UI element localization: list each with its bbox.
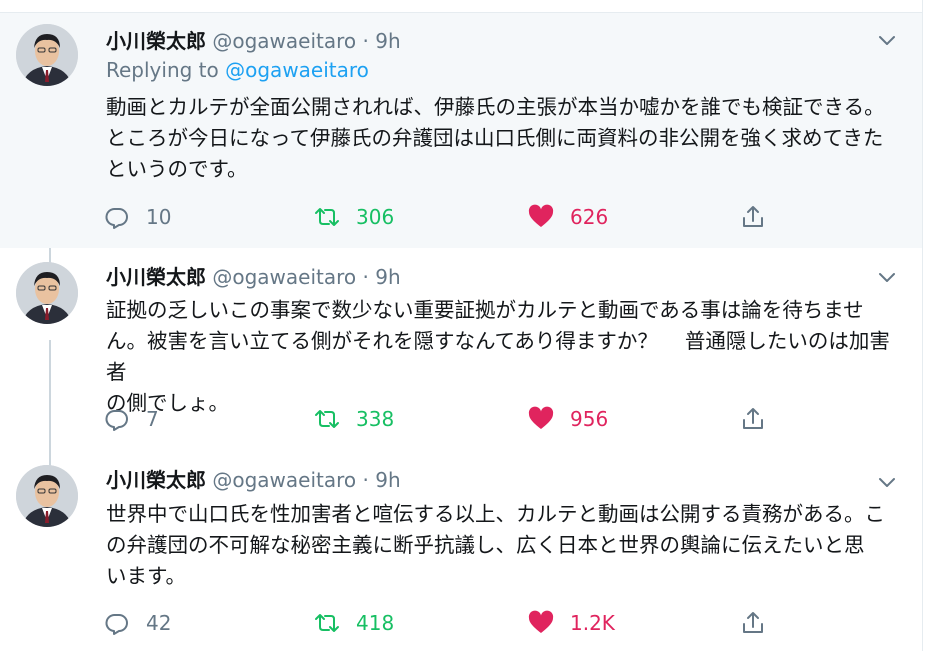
like-button[interactable]: 1.2K (528, 609, 615, 637)
retweet-button[interactable]: 338 (314, 405, 394, 433)
replying-to-handle-link[interactable]: @ogawaeitaro (225, 58, 369, 82)
tweet-timestamp[interactable]: 9h (375, 29, 400, 53)
share-button[interactable] (740, 203, 766, 231)
retweet-icon (315, 410, 339, 428)
user-handle[interactable]: @ogawaeitaro (212, 468, 356, 492)
avatar[interactable] (16, 24, 78, 86)
reply-button[interactable]: 7 (104, 405, 159, 433)
tweet-text-line: 証拠の乏しいこの事案で数少ない重要証拠がカルテと動画である事は論を待ちませ (106, 298, 864, 322)
tweet-text: 証拠の乏しいこの事案で数少ない重要証拠がカルテと動画である事は論を待ちませ ん。… (106, 295, 906, 419)
retweet-icon (315, 614, 339, 632)
separator-dot: · (362, 265, 369, 289)
tweet-header: 小川榮太郎 @ogawaeitaro · 9h (106, 28, 401, 54)
timeline-right-border (922, 0, 923, 651)
tweet-actions: 42 418 1.2K (104, 609, 784, 637)
like-button[interactable]: 626 (528, 203, 608, 231)
tweet-header: 小川榮太郎 @ogawaeitaro · 9h (106, 467, 401, 493)
heart-icon (528, 406, 554, 429)
share-icon (743, 612, 763, 633)
retweet-button[interactable]: 418 (314, 609, 394, 637)
like-count: 956 (570, 407, 609, 431)
tweet-header: 小川榮太郎 @ogawaeitaro · 9h (106, 264, 401, 290)
reply-count: 10 (146, 205, 172, 229)
tweet[interactable]: 小川榮太郎 @ogawaeitaro · 9h 証拠の乏しいこの事案で数少ない重… (0, 248, 922, 451)
chevron-down-icon[interactable] (876, 266, 898, 288)
display-name[interactable]: 小川榮太郎 (106, 29, 206, 53)
display-name[interactable]: 小川榮太郎 (106, 468, 206, 492)
tweet[interactable]: 小川榮太郎 @ogawaeitaro · 9h 世界中で山口氏を性加害者と喧伝す… (0, 451, 922, 651)
tweet-timestamp[interactable]: 9h (375, 468, 400, 492)
display-name[interactable]: 小川榮太郎 (106, 265, 206, 289)
user-handle[interactable]: @ogawaeitaro (212, 265, 356, 289)
avatar[interactable] (16, 262, 78, 324)
tweet-text-line: の弁護団の不可解な秘密主義に断乎抗議し、広く日本と世界の輿論に伝えたいと思 (106, 533, 865, 557)
chevron-down-icon[interactable] (876, 471, 898, 493)
retweet-icon (315, 208, 339, 226)
reply-count: 42 (146, 611, 172, 635)
reply-icon (105, 410, 128, 431)
tweet[interactable]: 小川榮太郎 @ogawaeitaro · 9h Replying to @oga… (0, 13, 922, 248)
tweet-actions: 7 338 956 (104, 405, 784, 433)
like-count: 626 (570, 205, 609, 229)
reply-button[interactable]: 42 (104, 609, 171, 637)
tweet-text-line: 動画とカルテが全面公開されれば、伊藤氏の主張が本当か嘘かを誰でも検証できる。 (106, 95, 885, 119)
retweet-count: 306 (356, 205, 395, 229)
like-button[interactable]: 956 (528, 405, 608, 433)
reply-icon (105, 614, 128, 635)
tweet-text-line: ん。被害を言い立てる側がそれを隠すなんてあり得ますか？ 普通隠したいのは加害者 (106, 329, 890, 384)
chevron-down-icon[interactable] (876, 29, 898, 51)
reply-button[interactable]: 10 (104, 203, 171, 231)
retweet-button[interactable]: 306 (314, 203, 394, 231)
tweet-text: 世界中で山口氏を性加害者と喧伝する以上、カルテと動画は公開する責務がある。こ の… (106, 499, 906, 592)
heart-icon (528, 204, 554, 227)
tweet-actions: 10 306 626 (104, 203, 784, 231)
retweet-count: 338 (356, 407, 395, 431)
share-icon (743, 408, 763, 429)
tweet-text-line: います。 (106, 564, 186, 588)
avatar[interactable] (16, 465, 78, 527)
reply-count: 7 (146, 407, 159, 431)
tweet-text-line: ところが今日になって伊藤氏の弁護団は山口氏側に両資料の非公開を強く求めてきた (106, 126, 884, 150)
tweet-text-line: というのです。 (106, 157, 248, 181)
replying-to: Replying to @ogawaeitaro (106, 58, 369, 82)
share-button[interactable] (740, 405, 766, 433)
heart-icon (528, 610, 554, 633)
retweet-count: 418 (356, 611, 395, 635)
like-count: 1.2K (570, 611, 615, 635)
tweet-timestamp[interactable]: 9h (375, 265, 400, 289)
replying-to-label: Replying to (106, 58, 219, 82)
tweet-text: 動画とカルテが全面公開されれば、伊藤氏の主張が本当か嘘かを誰でも検証できる。 と… (106, 92, 906, 185)
timeline-top-border (0, 0, 922, 13)
share-icon (743, 206, 763, 227)
share-button[interactable] (740, 609, 766, 637)
user-handle[interactable]: @ogawaeitaro (212, 29, 356, 53)
reply-icon (105, 208, 128, 229)
separator-dot: · (362, 29, 369, 53)
separator-dot: · (362, 468, 369, 492)
tweet-text-line: 世界中で山口氏を性加害者と喧伝する以上、カルテと動画は公開する責務がある。こ (106, 502, 885, 526)
